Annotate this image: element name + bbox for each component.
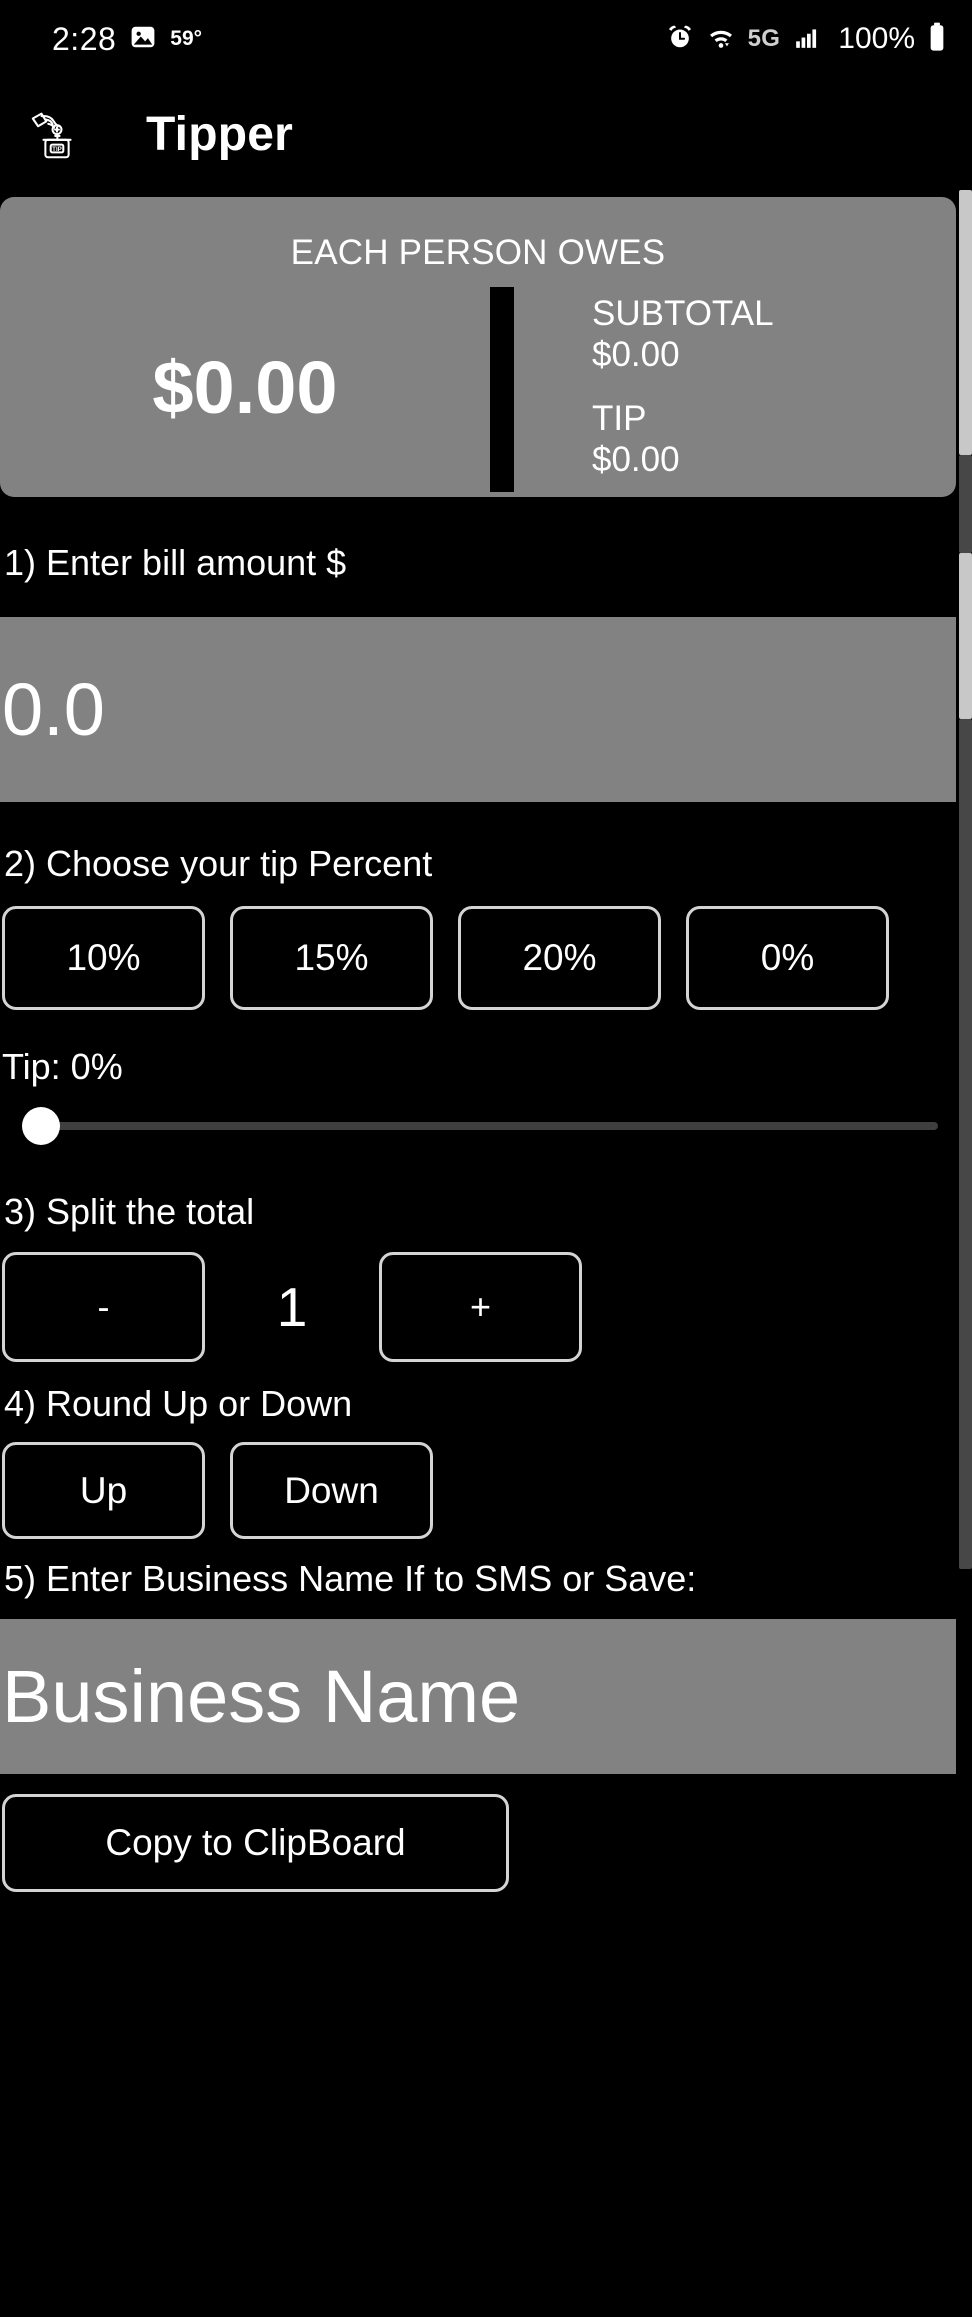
subtotal-value: $0.00 — [592, 335, 680, 375]
status-temperature: 59° — [170, 27, 203, 50]
scrollbar-track-gap-1[interactable] — [959, 455, 972, 553]
main-content: EACH PERSON OWES $0.00 SUBTOTAL $0.00 TI… — [0, 197, 972, 1896]
signal-bars-icon — [793, 24, 821, 55]
subtotal-label: SUBTOTAL — [592, 294, 774, 333]
tip-label: TIP — [592, 398, 647, 438]
rounding-buttons: Up Down — [0, 1442, 972, 1539]
page-title: Tipper — [146, 107, 294, 161]
svg-text:TIP: TIP — [52, 146, 62, 153]
status-bar: 2:28 59° 5G 100% — [0, 0, 972, 78]
scrollbar-track-lower[interactable] — [959, 719, 972, 1569]
summary-heading: EACH PERSON OWES — [290, 233, 666, 272]
tip-percent-button-20[interactable]: 20% — [458, 906, 661, 1010]
bill-amount-input[interactable]: 0.0 — [0, 617, 956, 802]
scrollbar-thumb-lower[interactable] — [959, 553, 972, 719]
tip-percent-button-15[interactable]: 15% — [230, 906, 433, 1010]
copy-to-clipboard-button[interactable]: Copy to ClipBoard — [2, 1794, 509, 1892]
alarm-clock-icon — [666, 23, 694, 56]
business-name-input[interactable]: Business Name — [0, 1619, 956, 1774]
tip-value: $0.00 — [592, 439, 680, 479]
network-type-label: 5G — [747, 25, 781, 52]
split-total-label: 3) Split the total — [4, 1191, 255, 1232]
summary-body: $0.00 SUBTOTAL $0.00 TIP $0.00 — [0, 283, 956, 502]
tip-percent-button-10[interactable]: 10% — [2, 906, 205, 1010]
actions-row: Copy to ClipBoard — [0, 1774, 972, 1892]
tip-percent-label: 2) Choose your tip Percent — [4, 843, 433, 884]
split-increment-button[interactable]: + — [379, 1252, 582, 1362]
split-decrement-button[interactable]: - — [2, 1252, 205, 1362]
each-person-owes-amount: $0.00 — [152, 346, 338, 429]
rounding-label: 4) Round Up or Down — [4, 1383, 353, 1424]
status-bar-right: 5G 100% — [666, 22, 946, 57]
bill-amount-label: 1) Enter bill amount $ — [4, 542, 347, 583]
app-bar: TIP Tipper — [0, 78, 972, 190]
wifi-icon — [707, 23, 735, 56]
battery-percent-label: 100% — [838, 22, 915, 55]
tip-percent-readout: Tip: 0% — [2, 1046, 123, 1087]
tip-percent-button-0[interactable]: 0% — [686, 906, 889, 1010]
status-bar-left: 2:28 59° — [52, 21, 202, 58]
tip-percent-buttons: 10% 15% 20% 0% — [0, 906, 972, 1010]
tip-percent-slider[interactable] — [0, 1088, 956, 1164]
tip-jar-icon: TIP — [26, 103, 88, 165]
bill-amount-value: 0.0 — [2, 668, 105, 751]
slider-track[interactable] — [40, 1122, 938, 1130]
battery-full-icon — [928, 22, 946, 57]
split-count-value: 1 — [276, 1276, 308, 1338]
business-name-label: 5) Enter Business Name If to SMS or Save… — [4, 1558, 697, 1599]
summary-card: EACH PERSON OWES $0.00 SUBTOTAL $0.00 TI… — [0, 197, 956, 497]
round-down-button[interactable]: Down — [230, 1442, 433, 1539]
split-stepper: - 1 + — [0, 1252, 972, 1362]
scrollbar-thumb-upper[interactable] — [959, 190, 972, 455]
slider-thumb[interactable] — [22, 1107, 60, 1145]
business-name-value: Business Name — [2, 1655, 521, 1738]
summary-breakdown: SUBTOTAL $0.00 TIP $0.00 — [514, 283, 774, 502]
vertical-scrollbar[interactable] — [959, 190, 972, 2317]
status-time: 2:28 — [52, 20, 117, 57]
round-up-button[interactable]: Up — [2, 1442, 205, 1539]
image-icon — [130, 24, 156, 55]
summary-divider — [490, 287, 514, 492]
